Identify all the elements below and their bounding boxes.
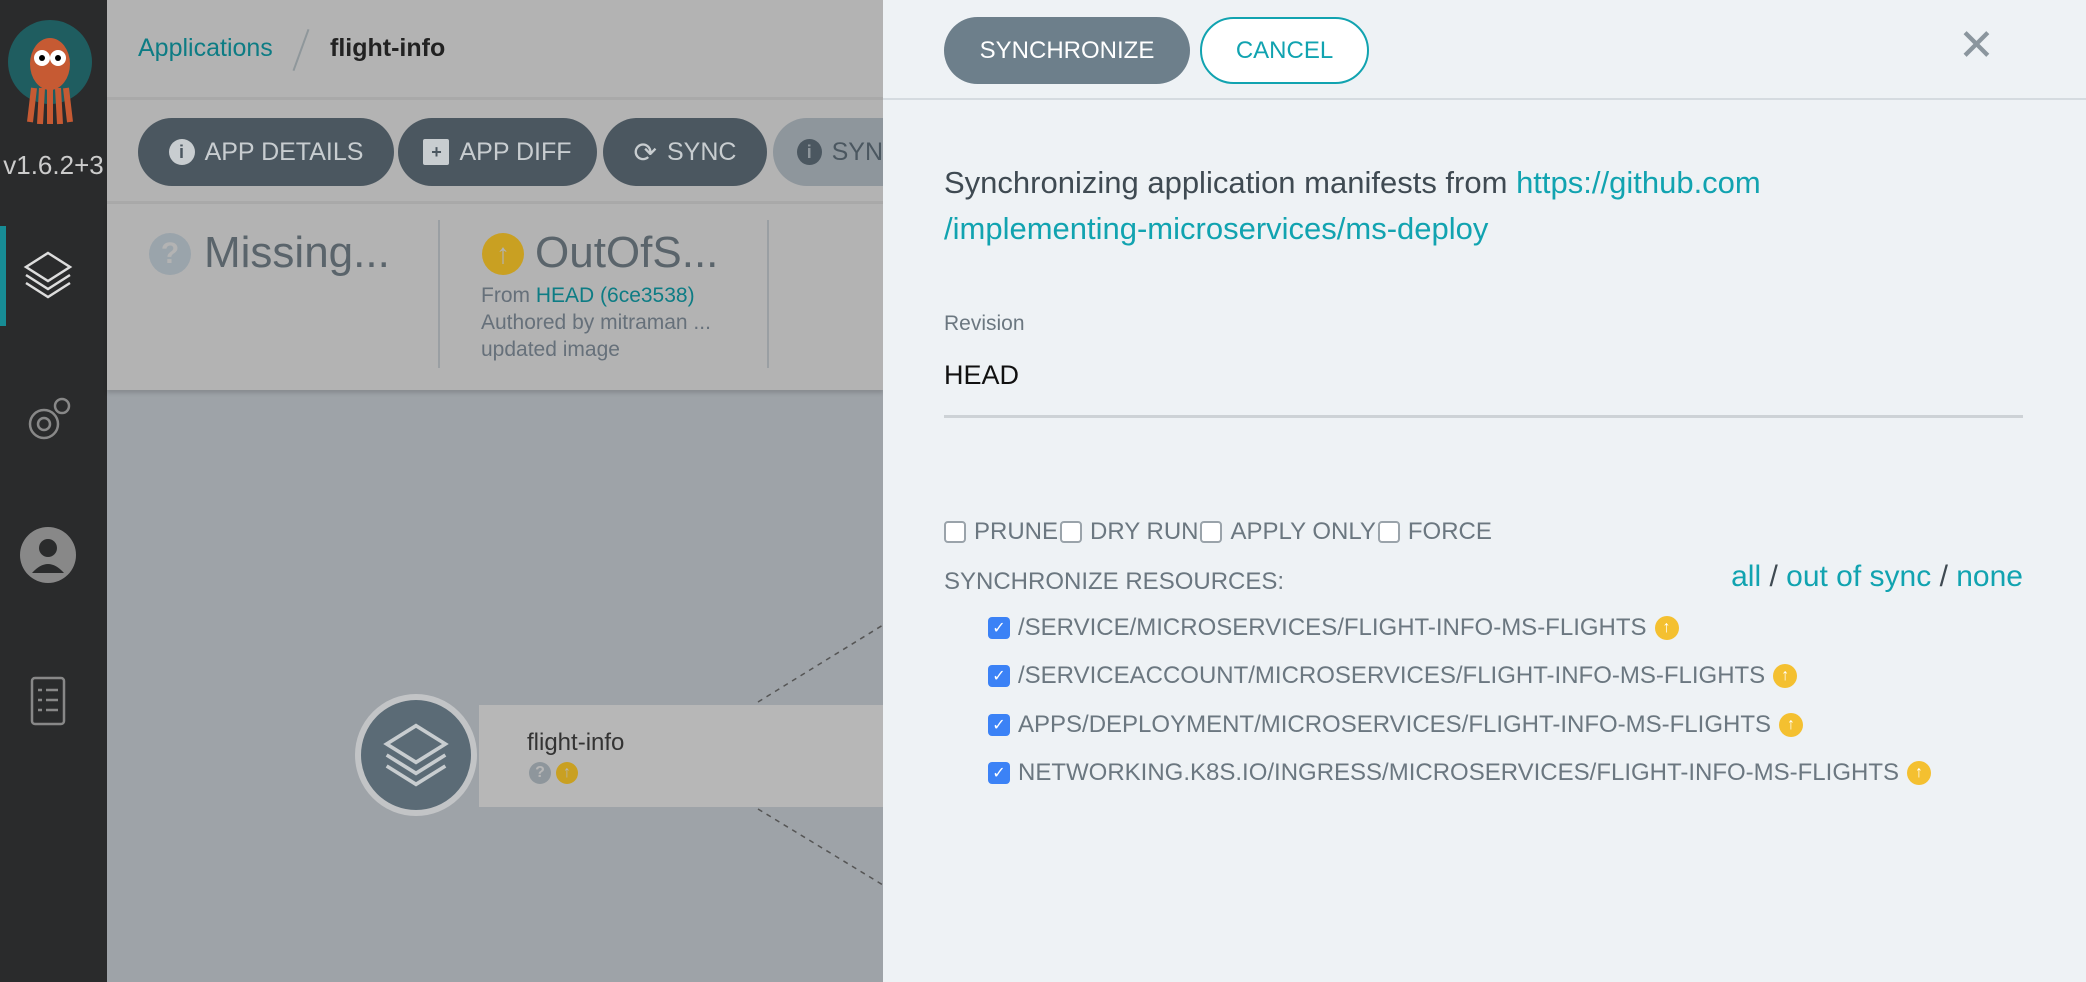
resource-name: NETWORKING.K8S.IO/INGRESS/MICROSERVICES/… (1018, 759, 1899, 786)
resource-item: ✓ /SERVICE/MICROSERVICES/FLIGHT-INFO-MS-F… (988, 614, 1679, 642)
prune-label: PRUNE (974, 518, 1059, 545)
separator: / (1939, 560, 1948, 593)
cancel-button[interactable]: CANCEL (1200, 17, 1369, 84)
resource-item: ✓ APPS/DEPLOYMENT/MICROSERVICES/FLIGHT-IN… (988, 711, 1803, 739)
layers-icon (383, 723, 449, 787)
close-icon[interactable]: ✕ (1958, 24, 1995, 68)
resource-item: ✓ NETWORKING.K8S.IO/INGRESS/MICROSERVICES… (988, 759, 1931, 787)
breadcrumb-current: flight-info (330, 34, 446, 62)
resource-item: ✓ /SERVICEACCOUNT/MICROSERVICES/FLIGHT-IN… (988, 662, 1798, 690)
sync-button[interactable]: ⟳ SYNC (603, 118, 767, 186)
commit-message: updated image (481, 338, 620, 361)
sync-label: SYNC (667, 137, 737, 166)
select-all-link[interactable]: all (1731, 560, 1761, 593)
sync-panel (883, 0, 2086, 982)
sync-options: PRUNE DRY RUN APPLY ONLY FORCE (944, 518, 1494, 546)
info-icon: i (797, 139, 822, 165)
apply-only-label: APPLY ONLY (1230, 518, 1376, 545)
version-label: v1.6.2+3 (3, 150, 104, 180)
graph-edge (757, 624, 884, 703)
out-of-sync-icon: ↑ (482, 233, 524, 275)
select-out-of-sync-link[interactable]: out of sync (1786, 560, 1931, 593)
commit-author: Authored by mitraman ... (481, 311, 711, 334)
repo-link-path[interactable]: /implementing-microservices/ms-deploy (944, 211, 1488, 246)
settings-gear-icon[interactable] (18, 390, 78, 450)
docs-icon[interactable] (18, 672, 78, 732)
resource-checkbox-checked[interactable]: ✓ (988, 617, 1010, 639)
user-icon[interactable] (18, 525, 78, 585)
argo-logo[interactable] (4, 18, 96, 128)
graph-edge (757, 808, 884, 886)
health-unknown-icon: ? (529, 762, 551, 784)
file-diff-icon: + (423, 139, 450, 165)
resource-checkbox-checked[interactable]: ✓ (988, 714, 1010, 736)
sync-intro: Synchronizing application manifests from… (944, 160, 2044, 252)
synchronize-button[interactable]: SYNCHRONIZE (944, 17, 1190, 84)
out-of-sync-icon: ↑ (1906, 761, 1931, 785)
intro-text: Synchronizing application manifests from (944, 165, 1508, 200)
app-diff-button[interactable]: + APP DIFF (398, 118, 597, 186)
prune-checkbox[interactable] (944, 521, 966, 543)
divider (438, 220, 440, 368)
revision-label: Revision (944, 312, 1025, 335)
resource-name: /SERVICE/MICROSERVICES/FLIGHT-INFO-MS-FL… (1018, 614, 1647, 641)
resource-selector: all / out of sync / none (1731, 560, 2023, 594)
from-label: From (481, 284, 530, 307)
app-diff-label: APP DIFF (459, 137, 572, 166)
dry-run-checkbox[interactable] (1060, 521, 1083, 543)
app-details-button[interactable]: i APP DETAILS (138, 118, 394, 186)
applications-layers-icon[interactable] (18, 245, 78, 305)
resources-label: SYNCHRONIZE RESOURCES: (944, 568, 1285, 595)
sidebar (0, 0, 107, 982)
app-node-name: flight-info (527, 729, 625, 756)
resource-name: /SERVICEACCOUNT/MICROSERVICES/FLIGHT-INF… (1018, 662, 1766, 689)
sync-status[interactable]: OutOfS... (535, 228, 718, 278)
out-of-sync-icon: ↑ (1654, 616, 1679, 640)
force-checkbox[interactable] (1377, 521, 1400, 543)
health-unknown-icon: ? (149, 233, 191, 275)
select-none-link[interactable]: none (1956, 560, 2023, 593)
sync-status-button[interactable]: i SYN (773, 118, 883, 186)
revision-link[interactable]: HEAD (6ce3538) (536, 284, 695, 307)
resource-name: APPS/DEPLOYMENT/MICROSERVICES/FLIGHT-INF… (1018, 711, 1771, 738)
app-details-label: APP DETAILS (204, 137, 364, 166)
sync-status-label: SYN (831, 137, 883, 166)
resource-checkbox-checked[interactable]: ✓ (988, 665, 1010, 687)
separator: / (1769, 560, 1778, 593)
force-label: FORCE (1407, 518, 1492, 545)
dry-run-label: DRY RUN (1090, 518, 1199, 545)
apply-only-checkbox[interactable] (1200, 521, 1223, 543)
resource-checkbox-checked[interactable]: ✓ (988, 762, 1010, 784)
revision-line: From HEAD (6ce3538) (481, 284, 695, 308)
health-status[interactable]: Missing... (204, 228, 390, 278)
revision-input[interactable]: HEAD (944, 360, 2023, 418)
out-of-sync-icon: ↑ (556, 762, 578, 784)
repo-link[interactable]: https://github.com (1516, 165, 1761, 200)
active-indicator (0, 226, 6, 326)
info-icon: i (168, 139, 195, 165)
out-of-sync-icon: ↑ (1773, 664, 1798, 688)
sync-icon: ⟳ (633, 136, 657, 168)
divider (767, 220, 769, 368)
app-node-icon-circle[interactable] (355, 694, 477, 816)
out-of-sync-icon: ↑ (1779, 713, 1803, 737)
breadcrumb-applications[interactable]: Applications (138, 34, 273, 63)
